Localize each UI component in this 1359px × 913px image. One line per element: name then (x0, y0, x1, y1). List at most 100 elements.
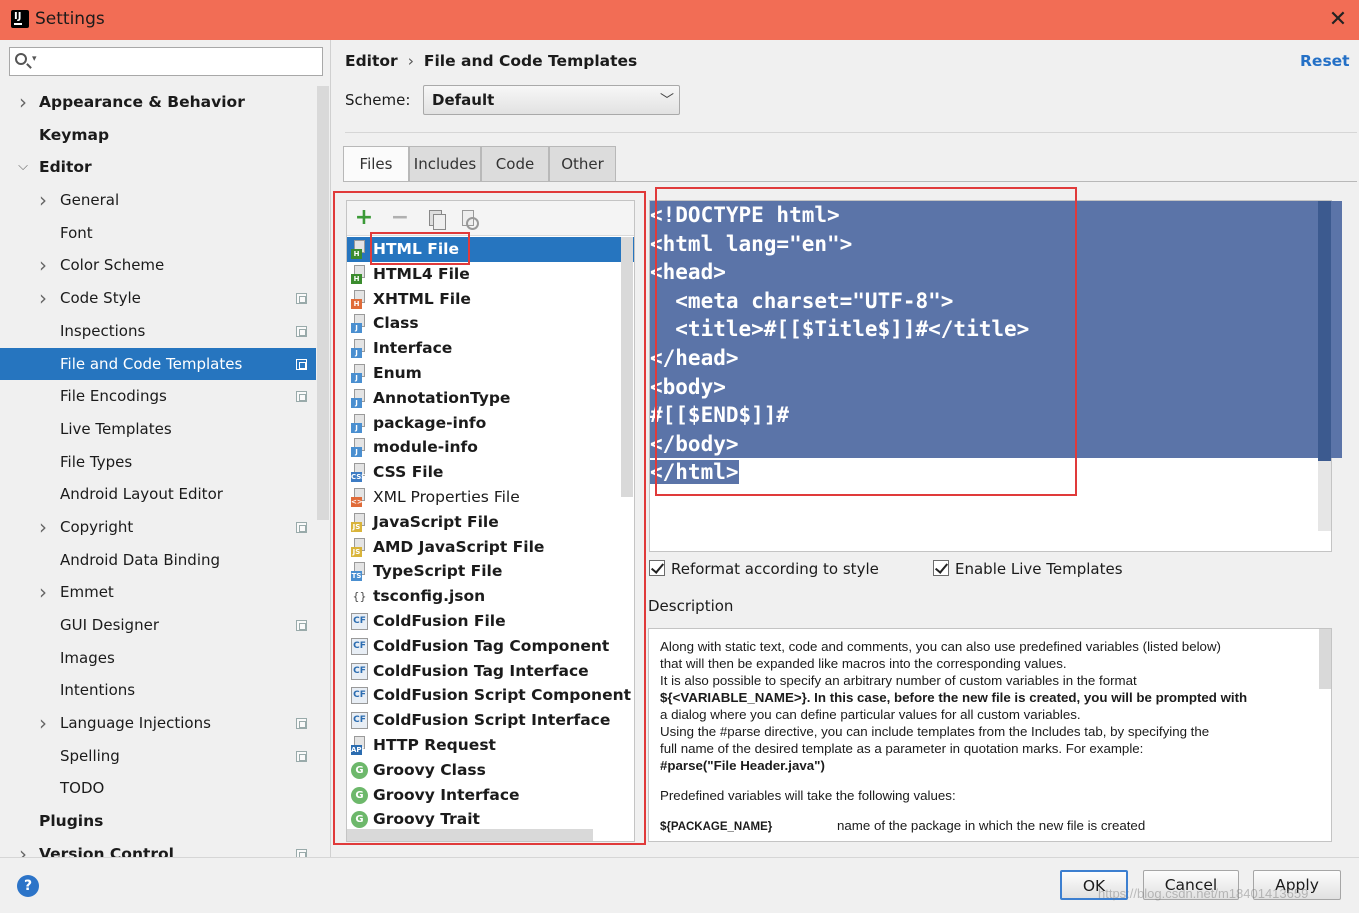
sidebar-item-language-injections[interactable]: › Language Injections (0, 707, 316, 740)
chevron-right-icon[interactable]: › (36, 249, 50, 282)
live-templates-checkbox[interactable] (933, 560, 949, 576)
desc-line: It is also possible to specify an arbitr… (660, 673, 1137, 688)
chevron-right-icon[interactable]: › (36, 184, 50, 217)
sidebar-item-editor[interactable]: ⌵ Editor (0, 151, 316, 184)
sidebar-item-label: Language Injections (60, 714, 211, 733)
sidebar-item-label: Color Scheme (60, 256, 165, 275)
desc-line: full name of the desired template as a p… (660, 741, 1144, 756)
sidebar-item-label: Font (60, 223, 93, 242)
chevron-down-icon[interactable]: ⌵ (16, 151, 30, 184)
sidebar-item-label: Live Templates (60, 419, 172, 438)
variable-description: name of the package in which the new fil… (837, 818, 1146, 833)
sidebar-item-label: Appearance & Behavior (39, 93, 245, 111)
scheme-label: Scheme: (345, 91, 411, 109)
sidebar-item-live-templates[interactable]: Live Templates (0, 413, 316, 446)
sidebar-item-label: General (60, 191, 120, 210)
search-icon (15, 53, 27, 65)
sidebar-item-spelling[interactable]: Spelling (0, 740, 316, 773)
sidebar-scrollbar[interactable] (317, 86, 329, 520)
sidebar-item-label: Intentions (60, 681, 136, 700)
chevron-down-icon: ﹀ (660, 93, 674, 109)
chevron-right-icon[interactable]: › (36, 576, 50, 609)
chevron-down-icon: ▾ (32, 54, 37, 64)
sidebar-item-general[interactable]: › General (0, 184, 316, 217)
sidebar-item-plugins[interactable]: Plugins (0, 805, 316, 838)
sidebar-item-code-style[interactable]: › Code Style (0, 282, 316, 315)
project-scope-icon (296, 391, 307, 403)
sidebar-item-file-types[interactable]: File Types (0, 446, 316, 479)
settings-tree: › Appearance & Behavior Keymap ⌵ Editor › Gene… (0, 86, 316, 871)
description-scrollbar[interactable] (1319, 629, 1331, 689)
sidebar-item-gui-designer[interactable]: GUI Designer (0, 609, 316, 642)
reset-link[interactable]: Reset (1300, 52, 1350, 70)
tab-includes[interactable]: Includes (409, 146, 481, 182)
desc-line: Along with static text, code and comment… (660, 639, 1221, 654)
sidebar-item-label: Code Style (60, 289, 141, 308)
breadcrumb-current: File and Code Templates (423, 52, 638, 70)
sidebar-item-file-encodings[interactable]: File Encodings (0, 380, 316, 413)
sidebar-item-label: Spelling (60, 746, 120, 765)
sidebar-item-label: Plugins (39, 812, 104, 831)
annotation-box-list (333, 191, 646, 845)
chevron-right-icon[interactable]: › (36, 511, 50, 544)
chevron-right-icon[interactable]: › (36, 282, 50, 315)
settings-sidebar: ▾ › Appearance & Behavior Keymap ⌵ Editor › Ge… (0, 40, 331, 866)
project-scope-icon (296, 718, 307, 730)
live-templates-label: Enable Live Templates (955, 560, 1123, 578)
sidebar-item-copyright[interactable]: › Copyright (0, 511, 316, 544)
project-scope-icon (296, 620, 307, 631)
sidebar-item-label: Images (60, 648, 115, 667)
chevron-right-icon[interactable]: › (16, 86, 30, 119)
project-scope-icon (296, 358, 307, 370)
sidebar-item-label: File Encodings (60, 387, 167, 406)
scheme-dropdown[interactable]: Default ﹀ (423, 85, 680, 115)
dialog-footer: ? OK Cancel Apply https://blog.csdn.net/… (0, 857, 1359, 913)
sidebar-item-font[interactable]: Font (0, 217, 316, 250)
sidebar-item-file-and-code-templates[interactable]: File and Code Templates (0, 347, 316, 381)
live-templates-option[interactable]: Enable Live Templates (933, 558, 1133, 580)
sidebar-item-todo[interactable]: TODO (0, 772, 316, 805)
desc-line: that will then be expanded like macros i… (660, 656, 1067, 671)
reformat-label: Reformat according to style (671, 560, 879, 578)
sidebar-item-label: Android Data Binding (60, 550, 221, 569)
sidebar-item-inspections[interactable]: Inspections (0, 315, 316, 348)
sidebar-item-emmet[interactable]: › Emmet (0, 576, 316, 609)
sidebar-item-label: Editor (39, 158, 92, 177)
tab-divider (343, 181, 1357, 182)
reformat-checkbox[interactable] (649, 560, 665, 576)
sidebar-item-images[interactable]: Images (0, 642, 316, 675)
sidebar-item-keymap[interactable]: Keymap (0, 119, 316, 152)
close-icon[interactable]: ✕ (1326, 8, 1350, 32)
desc-variable-row: ${PACKAGE_NAME} name of the package in wh… (660, 817, 1318, 836)
sidebar-item-android-data-binding[interactable]: Android Data Binding (0, 544, 316, 577)
variable-name: ${PACKAGE_NAME} (660, 821, 773, 833)
sidebar-item-label: Keymap (39, 125, 110, 144)
sidebar-item-color-scheme[interactable]: › Color Scheme (0, 249, 316, 282)
sidebar-item-label: TODO (60, 779, 105, 798)
sidebar-item-appearance-behavior[interactable]: › Appearance & Behavior (0, 86, 316, 119)
reformat-option[interactable]: Reformat according to style (649, 558, 889, 580)
help-icon[interactable]: ? (17, 875, 39, 897)
window-title: Settings (35, 9, 105, 29)
search-field[interactable]: ▾ (9, 47, 323, 76)
sidebar-item-android-layout-editor[interactable]: Android Layout Editor (0, 478, 316, 511)
tab-files[interactable]: Files (343, 146, 409, 182)
breadcrumb-editor[interactable]: Editor (345, 52, 398, 70)
project-scope-icon (296, 325, 307, 337)
annotation-box-code (655, 187, 1077, 496)
chevron-right-icon[interactable]: › (36, 707, 50, 740)
desc-line: ${<VARIABLE_NAME>}. In this case, before… (660, 690, 1248, 705)
project-scope-icon (296, 293, 307, 305)
sidebar-item-intentions[interactable]: Intentions (0, 674, 316, 707)
desc-line: #parse("File Header.java") (660, 758, 825, 773)
search-input[interactable] (44, 50, 314, 73)
desc-line: Predefined variables will take the follo… (660, 788, 956, 803)
breadcrumb: Editor › File and Code Templates (345, 52, 637, 70)
watermark: https://blog.csdn.net/m18401413659 (1098, 886, 1309, 901)
project-scope-icon (296, 521, 307, 533)
desc-line: a dialog where you can define particular… (660, 707, 1081, 722)
tab-code[interactable]: Code (481, 146, 549, 182)
sidebar-item-label: Emmet (60, 583, 114, 602)
sidebar-item-label: Copyright (60, 517, 134, 536)
tab-other[interactable]: Other (549, 146, 616, 182)
